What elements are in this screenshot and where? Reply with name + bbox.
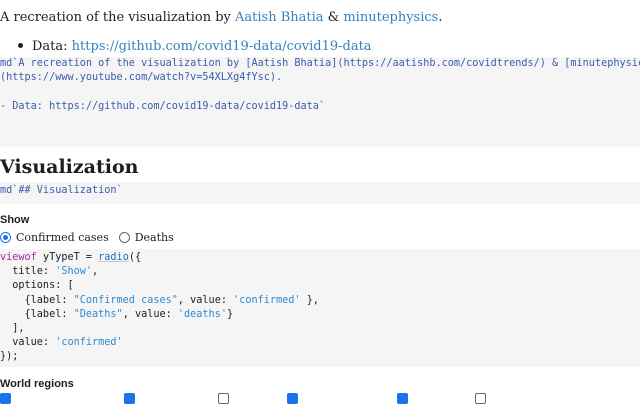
world-regions-label: World regions: [0, 378, 74, 390]
show-radio-group: Confirmed cases Deaths: [0, 231, 184, 244]
code-line: title: 'Show',: [0, 265, 640, 279]
aatish-bhatia-link[interactable]: Aatish Bhatia: [235, 10, 324, 25]
radio-deaths[interactable]: Deaths: [118, 231, 174, 244]
code-text: title:: [0, 266, 56, 278]
checkbox-box[interactable]: [475, 393, 486, 404]
section-heading: Visualization: [0, 156, 139, 178]
radio-circle[interactable]: [118, 232, 130, 243]
code-cell-intro[interactable]: md`A recreation of the visualization by …: [0, 57, 640, 147]
code-line: value: 'confirmed': [0, 336, 640, 350]
code-line: md`A recreation of the visualization by …: [0, 58, 640, 69]
code-line: (https://www.youtube.com/watch?v=54XLXg4…: [0, 72, 283, 84]
code-cell-heading[interactable]: md`## Visualization`: [0, 182, 640, 204]
checkbox-box[interactable]: [397, 393, 408, 404]
checkbox-box[interactable]: [218, 393, 229, 404]
string: 'confirmed': [233, 294, 301, 306]
code-text: }: [226, 308, 234, 320]
string: "Deaths": [73, 308, 123, 320]
intro-paragraph: A recreation of the visualization by Aat…: [0, 10, 442, 26]
show-label: Show: [0, 214, 30, 226]
region-checkbox[interactable]: [287, 393, 303, 404]
radio-deaths-label: Deaths: [134, 231, 174, 244]
code-text: ({: [128, 252, 142, 263]
intro-prefix: A recreation of the visualization by: [0, 10, 235, 25]
code-line: {label: "Deaths", value: 'deaths'}: [0, 308, 640, 322]
string: 'Show': [55, 266, 93, 278]
string: "Confirmed cases": [73, 294, 178, 306]
region-checkbox[interactable]: [124, 393, 140, 404]
data-bullet: Data: https://github.com/covid19-data/co…: [18, 39, 372, 55]
string: 'deaths': [177, 308, 227, 320]
region-checkbox[interactable]: [475, 393, 491, 404]
region-checkbox[interactable]: [397, 393, 413, 404]
intro-amp: &: [323, 10, 344, 25]
code-line: ],: [0, 323, 25, 335]
code-text: value:: [0, 337, 56, 349]
code-line: });: [0, 351, 19, 363]
data-link[interactable]: https://github.com/covid19-data/covid19-…: [72, 39, 372, 54]
data-label: Data:: [32, 39, 72, 54]
radio-confirmed[interactable]: Confirmed cases: [0, 231, 109, 244]
code-text: {label:: [0, 294, 74, 306]
string: 'confirmed': [55, 337, 123, 349]
minutephysics-link[interactable]: minutephysics: [343, 10, 438, 25]
code-cell-radio[interactable]: viewof yTypeT = radio({ title: 'Show', o…: [0, 249, 640, 367]
bullet-dot: [18, 43, 23, 48]
region-checkbox[interactable]: [0, 393, 16, 404]
checkbox-box[interactable]: [0, 393, 11, 404]
world-regions-checkbox-row: [0, 393, 499, 404]
radio-confirmed-label: Confirmed cases: [16, 231, 109, 244]
code-line: - Data: https://github.com/covid19-data/…: [0, 100, 326, 112]
code-text: yTypeT =: [36, 252, 99, 263]
code-text: , value:: [177, 294, 234, 306]
code-text: },: [300, 294, 319, 306]
function-ref[interactable]: radio: [98, 252, 129, 263]
checkbox-box[interactable]: [287, 393, 298, 404]
code-line: viewof yTypeT = radio({: [0, 251, 640, 265]
keyword: viewof: [0, 252, 37, 263]
code-text: {label:: [0, 308, 74, 320]
code-line: {label: "Confirmed cases", value: 'confi…: [0, 294, 640, 308]
code-text: ,: [92, 266, 99, 278]
region-checkbox[interactable]: [218, 393, 234, 404]
radio-circle-selected[interactable]: [0, 232, 11, 243]
intro-suffix: .: [438, 10, 443, 25]
code-line: options: [: [0, 280, 74, 292]
code-line: md`## Visualization`: [0, 185, 123, 196]
code-text: , value:: [122, 308, 178, 320]
checkbox-box[interactable]: [124, 393, 135, 404]
